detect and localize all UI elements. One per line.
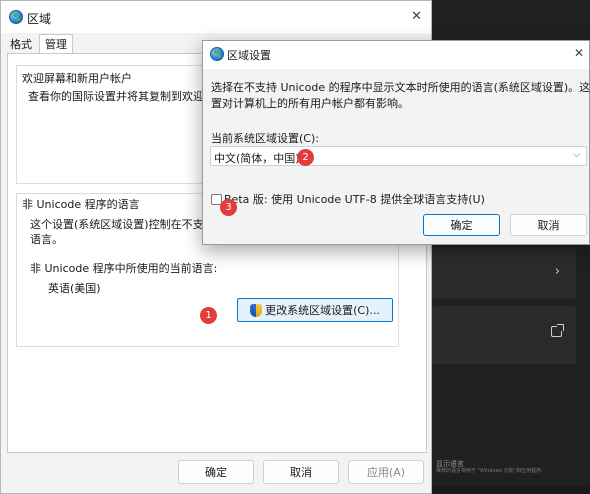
non-unicode-description-line1: 这个设置(系统区域设置)控制在不支持 xyxy=(30,218,215,231)
non-unicode-group-title: 非 Unicode 程序的语言 xyxy=(22,198,140,211)
system-locale-value: 中文(简体，中国) xyxy=(214,152,300,165)
region-window-footer: 确定 取消 应用(A) xyxy=(1,453,431,493)
background-strip-subtext: 推荐的语言将用于 "Windows 功能"和应用程序. xyxy=(436,468,543,474)
chevron-down-icon: ⌵ xyxy=(573,150,580,160)
welcome-group-title: 欢迎屏幕和新用户帐户 xyxy=(22,72,132,85)
dialog-cancel-button[interactable]: 取消 xyxy=(510,214,587,236)
beta-utf8-label[interactable]: Beta 版: 使用 Unicode UTF-8 提供全球语言支持(U) xyxy=(224,191,485,207)
dialog-titlebar[interactable]: 区域设置 ✕ xyxy=(203,41,589,69)
globe-icon xyxy=(210,47,224,61)
welcome-group-description: 查看你的国际设置并将其复制到欢迎屏 xyxy=(28,90,215,103)
system-locale-label: 当前系统区域设置(C): xyxy=(211,132,319,145)
background-language-strip: 显示语言 推荐的语言将用于 "Windows 功能"和应用程序. xyxy=(432,459,590,475)
system-locale-select[interactable]: 中文(简体，中国) ⌵ xyxy=(210,146,587,166)
change-system-locale-label: 更改系统区域设置(C)... xyxy=(265,304,380,317)
non-unicode-description-line2: 语言。 xyxy=(30,233,63,246)
change-system-locale-button[interactable]: 更改系统区域设置(C)... xyxy=(237,298,393,322)
dialog-title: 区域设置 xyxy=(227,49,271,62)
dialog-ok-button[interactable]: 确定 xyxy=(423,214,500,236)
close-icon[interactable]: ✕ xyxy=(411,10,422,23)
current-language-label: 非 Unicode 程序中所使用的当前语言: xyxy=(30,262,218,275)
globe-icon xyxy=(9,10,23,24)
chevron-right-icon: › xyxy=(554,264,560,279)
background-settings-link-card[interactable] xyxy=(432,306,576,364)
annotation-marker-2: 2 xyxy=(297,149,314,166)
region-window-titlebar[interactable]: 区域 ✕ xyxy=(1,1,431,33)
cancel-button[interactable]: 取消 xyxy=(263,460,339,484)
annotation-marker-3: 3 xyxy=(220,199,237,216)
ok-button[interactable]: 确定 xyxy=(178,460,254,484)
external-link-icon xyxy=(551,324,564,337)
apply-button[interactable]: 应用(A) xyxy=(348,460,424,484)
dialog-description-line2: 置对计算机上的所有用户帐户都有影响。 xyxy=(211,97,409,110)
tab-manage[interactable]: 管理 xyxy=(39,34,73,54)
tab-format[interactable]: 格式 xyxy=(5,36,37,54)
region-settings-dialog: 区域设置 ✕ 选择在不支持 Unicode 的程序中显示文本时所使用的语言(系统… xyxy=(202,40,590,245)
dialog-description-line1: 选择在不支持 Unicode 的程序中显示文本时所使用的语言(系统区域设置)。这… xyxy=(211,81,590,94)
region-window-title: 区域 xyxy=(27,12,52,26)
current-language-value: 英语(美国) xyxy=(48,282,101,295)
background-settings-card[interactable]: › xyxy=(432,247,576,299)
uac-shield-icon xyxy=(250,303,263,317)
close-icon[interactable]: ✕ xyxy=(574,47,584,59)
annotation-marker-1: 1 xyxy=(200,307,217,324)
